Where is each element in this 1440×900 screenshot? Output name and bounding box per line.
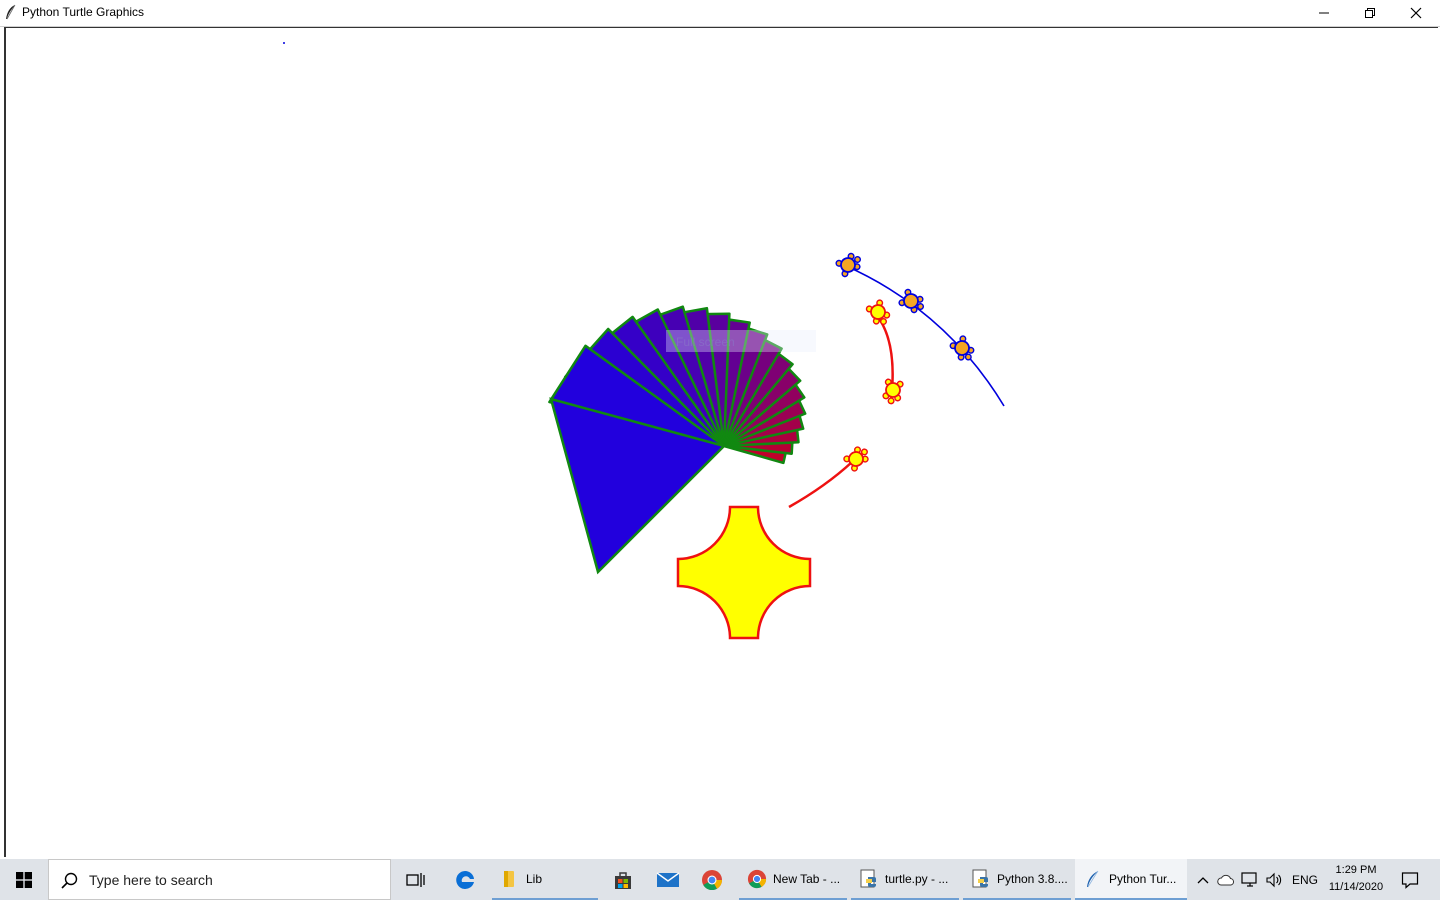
start-button[interactable] xyxy=(0,859,48,900)
mail-button[interactable] xyxy=(646,859,690,900)
chrome-button[interactable] xyxy=(690,859,734,900)
show-hidden-icons-button[interactable] xyxy=(1192,859,1214,900)
minimize-icon xyxy=(1319,12,1329,14)
cloud-icon xyxy=(1217,874,1235,885)
clock-date: 11/14/2020 xyxy=(1328,881,1384,893)
fullscreen-overlay-text: Full screen xyxy=(676,335,735,349)
turtle-canvas[interactable]: Full screen xyxy=(4,27,1438,857)
taskbar: Type here to search Lib New Tab - ... tu… xyxy=(0,859,1440,900)
turtle-stamp xyxy=(835,252,862,278)
taskbar-app-python-shell[interactable]: Python 3.8.... xyxy=(963,859,1071,900)
restore-icon xyxy=(1365,8,1375,18)
blue-trail xyxy=(843,264,1005,407)
taskbar-app-label: Lib xyxy=(526,871,543,886)
task-view-icon xyxy=(406,872,425,887)
folder-icon xyxy=(504,870,514,887)
edge-button[interactable] xyxy=(443,859,487,900)
window-title: Python Turtle Graphics xyxy=(22,5,145,19)
taskbar-app-label: New Tab - ... xyxy=(773,871,841,886)
python-file-icon xyxy=(860,869,876,887)
speaker-icon xyxy=(1266,872,1282,887)
taskbar-search[interactable]: Type here to search xyxy=(48,859,391,900)
notification-icon xyxy=(1401,871,1419,889)
feather-icon xyxy=(6,4,16,20)
input-language-button[interactable]: ENG xyxy=(1288,859,1322,900)
search-icon xyxy=(61,872,78,889)
python-shell-icon xyxy=(972,869,988,887)
task-view-button[interactable] xyxy=(394,859,438,900)
turtle-dot xyxy=(283,42,285,44)
mail-icon xyxy=(656,871,680,887)
taskbar-app-label: Python 3.8.... xyxy=(997,871,1068,886)
feather-icon xyxy=(1087,870,1099,887)
network-button[interactable] xyxy=(1239,859,1261,900)
yellow-cross-shape xyxy=(676,505,812,640)
taskbar-app-turtle-py[interactable]: turtle.py - ... xyxy=(851,859,959,900)
taskbar-app-lib[interactable]: Lib xyxy=(492,859,598,900)
turtle-stamp xyxy=(882,378,904,405)
window-titlebar: Python Turtle Graphics xyxy=(0,0,1440,27)
turtle-stamps xyxy=(835,252,975,472)
edge-icon xyxy=(456,870,474,889)
close-icon xyxy=(1410,7,1422,19)
store-button[interactable] xyxy=(601,859,645,900)
clock-time: 1:29 PM xyxy=(1335,864,1377,876)
volume-button[interactable] xyxy=(1263,859,1285,900)
onedrive-button[interactable] xyxy=(1215,859,1237,900)
taskbar-app-label: turtle.py - ... xyxy=(885,871,949,886)
close-button[interactable] xyxy=(1393,0,1439,26)
store-icon xyxy=(615,871,631,889)
restore-button[interactable] xyxy=(1347,0,1393,26)
taskbar-clock[interactable]: 1:29 PM 11/14/2020 xyxy=(1322,862,1390,898)
turtle-stamp xyxy=(898,288,925,314)
taskbar-app-python-turtle[interactable]: Python Tur... xyxy=(1075,859,1187,900)
chrome-icon xyxy=(702,869,723,890)
turtle-stamp xyxy=(865,299,891,326)
windows-icon xyxy=(16,871,32,888)
minimize-button[interactable] xyxy=(1301,0,1347,26)
network-icon xyxy=(1241,871,1257,887)
chevron-up-icon xyxy=(1197,876,1209,883)
taskbar-app-label: Python Tur... xyxy=(1109,871,1177,886)
red-trail-lower xyxy=(788,461,853,509)
chrome-icon xyxy=(747,869,767,888)
search-placeholder: Type here to search xyxy=(89,872,213,888)
taskbar-app-new-tab[interactable]: New Tab - ... xyxy=(739,859,847,900)
notifications-button[interactable] xyxy=(1390,859,1430,900)
turtle-drawing: Full screen xyxy=(283,42,1005,640)
